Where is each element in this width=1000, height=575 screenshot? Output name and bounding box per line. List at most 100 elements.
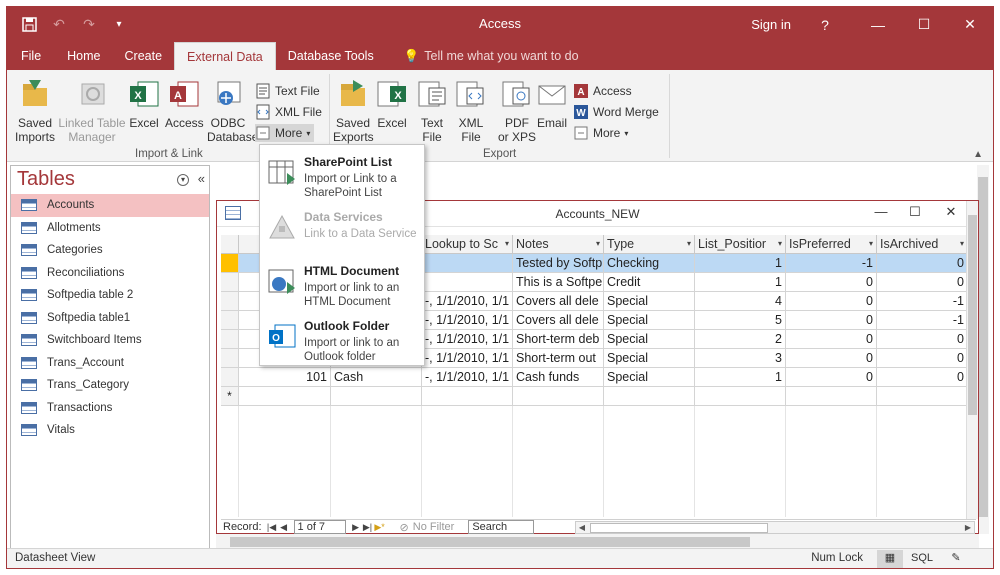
column-dropdown-icon[interactable]: ▾ [505, 235, 509, 253]
table-cell[interactable]: 1 [695, 368, 786, 387]
table-cell[interactable]: 0 [786, 292, 877, 311]
table-cell[interactable]: Cash [331, 368, 422, 387]
nav-table-item[interactable]: Reconciliations [11, 262, 209, 285]
record-position-input[interactable]: 1 of 7 [293, 520, 346, 534]
scroll-right-icon[interactable]: ▶ [962, 522, 974, 533]
select-all-corner[interactable] [221, 235, 239, 254]
tab-external-data[interactable]: External Data [174, 42, 276, 70]
table-cell[interactable]: Covers all dele [513, 292, 604, 311]
table-cell[interactable]: 3 [695, 349, 786, 368]
table-cell[interactable]: Special [604, 349, 695, 368]
search-input[interactable]: Search [468, 520, 535, 534]
table-row[interactable]: 101 Cash -, 1/1/2010, 1/1 Cash funds Special… [221, 368, 968, 387]
column-header[interactable]: Lookup to Sc ▾ [422, 235, 513, 254]
table-cell[interactable]: Short-term deb [513, 330, 604, 349]
shutter-bar-icon[interactable]: « [198, 171, 205, 186]
import-text-file-button[interactable]: Text File [255, 82, 320, 100]
datasheet-vertical-scrollbar[interactable] [966, 201, 978, 519]
record-selector[interactable] [221, 273, 239, 292]
table-cell[interactable]: 0 [877, 273, 968, 292]
table-cell[interactable]: 0 [786, 368, 877, 387]
tab-home[interactable]: Home [55, 42, 112, 70]
menu-item-sharepoint-list[interactable]: SharePoint List Import or Link to a Share… [260, 149, 424, 203]
export-more-button[interactable]: More ▾ [573, 124, 628, 142]
odbc-database-button[interactable]: ODBC Database [207, 78, 258, 144]
table-cell[interactable] [331, 387, 422, 406]
first-record-icon[interactable]: |◀ [266, 522, 278, 533]
collapse-ribbon-icon[interactable]: ▲ [973, 149, 983, 160]
table-cell[interactable] [695, 387, 786, 406]
table-cell[interactable]: -1 [877, 311, 968, 330]
table-cell[interactable]: 4 [695, 292, 786, 311]
last-record-icon[interactable]: ▶| [362, 522, 374, 533]
table-cell[interactable]: Special [604, 330, 695, 349]
table-cell[interactable]: This is a Softpe [513, 273, 604, 292]
nav-menu-icon[interactable]: ▾ [177, 174, 189, 186]
table-cell[interactable] [422, 254, 513, 273]
minimize-icon[interactable]: — [855, 7, 901, 42]
table-cell[interactable]: -, 1/1/2010, 1/1 [422, 330, 513, 349]
table-cell[interactable] [604, 387, 695, 406]
maximize-icon[interactable]: ☐ [901, 7, 947, 42]
column-header[interactable]: Type ▾ [604, 235, 695, 254]
column-header[interactable]: List_Positior ▾ [695, 235, 786, 254]
minimize-icon[interactable]: — [866, 204, 896, 219]
table-cell[interactable]: Tested by Softp [513, 254, 604, 273]
previous-record-icon[interactable]: ◀ [278, 522, 290, 533]
table-cell[interactable]: 101 [239, 368, 331, 387]
close-icon[interactable]: ✕ [936, 204, 966, 220]
table-cell[interactable]: 1 [695, 254, 786, 273]
table-cell[interactable]: Special [604, 311, 695, 330]
design-view-icon[interactable]: ✎ [943, 550, 969, 568]
column-dropdown-icon[interactable]: ▾ [869, 235, 873, 253]
table-cell[interactable]: 0 [877, 368, 968, 387]
table-cell[interactable]: 0 [877, 254, 968, 273]
nav-table-item[interactable]: Trans_Category [11, 374, 209, 397]
table-cell[interactable]: Cash funds [513, 368, 604, 387]
nav-table-item[interactable]: Transactions [11, 397, 209, 420]
table-cell[interactable]: -, 1/1/2010, 1/1 [422, 349, 513, 368]
scroll-left-icon[interactable]: ◀ [576, 522, 588, 533]
no-filter-button[interactable]: ⊘ No Filter [400, 521, 455, 534]
table-cell[interactable]: -, 1/1/2010, 1/1 [422, 292, 513, 311]
nav-table-item[interactable]: Switchboard Items [11, 329, 209, 352]
linked-table-manager-button[interactable]: Linked Table Manager [57, 78, 127, 144]
record-selector[interactable] [221, 368, 239, 387]
new-record-row[interactable]: * [221, 387, 968, 406]
nav-table-item[interactable]: Softpedia table1 [11, 307, 209, 330]
table-cell[interactable]: Checking [604, 254, 695, 273]
export-excel-button[interactable]: X Excel [375, 78, 409, 130]
import-excel-button[interactable]: X Excel [127, 78, 161, 130]
table-cell[interactable]: 0 [786, 273, 877, 292]
table-cell[interactable]: 0 [877, 330, 968, 349]
table-cell[interactable]: Special [604, 292, 695, 311]
table-cell[interactable]: 0 [786, 311, 877, 330]
new-record-icon[interactable]: ▶* [374, 522, 386, 533]
table-cell[interactable]: 1 [695, 273, 786, 292]
record-selector[interactable] [221, 330, 239, 349]
table-cell[interactable]: 0 [877, 349, 968, 368]
column-header[interactable]: IsArchived ▾ [877, 235, 968, 254]
record-selector[interactable] [221, 292, 239, 311]
sign-in-link[interactable]: Sign in [751, 17, 791, 32]
word-merge-button[interactable]: W Word Merge [573, 103, 659, 121]
table-cell[interactable]: Short-term out [513, 349, 604, 368]
export-xml-file-button[interactable]: XML File [455, 78, 487, 144]
import-xml-file-button[interactable]: XML File [255, 103, 322, 121]
table-cell[interactable]: 0 [786, 349, 877, 368]
close-icon[interactable]: ✕ [947, 7, 993, 42]
table-cell[interactable]: Credit [604, 273, 695, 292]
export-text-file-button[interactable]: Text File [417, 78, 447, 144]
table-cell[interactable] [422, 387, 513, 406]
next-record-icon[interactable]: ▶ [350, 522, 362, 533]
table-cell[interactable]: -1 [786, 254, 877, 273]
column-dropdown-icon[interactable]: ▾ [778, 235, 782, 253]
export-access-button[interactable]: A Access [573, 82, 632, 100]
column-header[interactable]: Notes ▾ [513, 235, 604, 254]
nav-table-item[interactable]: Vitals [11, 419, 209, 442]
record-selector[interactable] [221, 349, 239, 368]
table-cell[interactable]: -1 [877, 292, 968, 311]
import-more-button[interactable]: More ▾ [255, 124, 315, 142]
tab-create[interactable]: Create [113, 42, 175, 70]
column-dropdown-icon[interactable]: ▾ [596, 235, 600, 253]
